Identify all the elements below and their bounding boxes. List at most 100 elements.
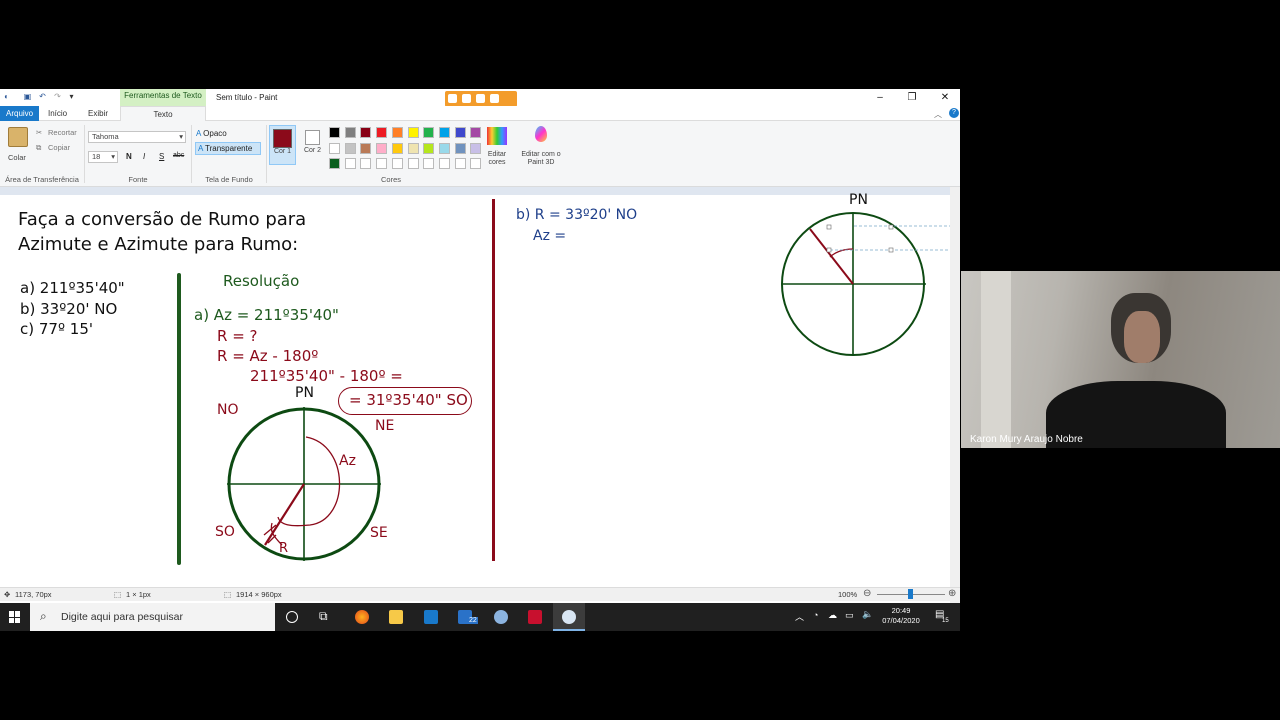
- help-icon[interactable]: ?: [949, 108, 959, 118]
- maximize-button[interactable]: ❐: [905, 91, 919, 105]
- palette-color-swatch[interactable]: [470, 142, 482, 154]
- undo-icon[interactable]: ↶: [38, 92, 47, 101]
- pdf-icon[interactable]: [528, 610, 542, 624]
- palette-color-swatch[interactable]: [376, 158, 388, 169]
- tab-exibir[interactable]: Exibir: [82, 106, 114, 121]
- zoom-out-icon[interactable]: ⊖: [863, 588, 871, 599]
- palette-color-swatch[interactable]: [376, 142, 388, 154]
- tab-arquivo[interactable]: Arquivo: [0, 106, 40, 121]
- clock[interactable]: 20:49 07/04/2020: [878, 606, 924, 626]
- palette-color-swatch[interactable]: [470, 127, 482, 138]
- palette-color-swatch[interactable]: [344, 127, 356, 138]
- palette-color-swatch[interactable]: [423, 142, 435, 154]
- palette-color-swatch[interactable]: [423, 158, 435, 169]
- redo-icon[interactable]: ↷: [53, 92, 62, 101]
- color2-swatch: [305, 130, 320, 145]
- separator: [266, 125, 267, 183]
- paste-icon[interactable]: [8, 127, 28, 147]
- camera-share-icon[interactable]: [462, 94, 471, 103]
- vertical-scrollbar[interactable]: [950, 187, 960, 631]
- browser-share-icon[interactable]: [448, 94, 457, 103]
- palette-color-swatch[interactable]: [454, 127, 466, 138]
- paint-taskbar-button[interactable]: [553, 603, 585, 631]
- compass-diagram-b: [781, 212, 950, 356]
- zoom-in-icon[interactable]: ⊕: [948, 588, 956, 599]
- task-view-icon[interactable]: ⧉: [319, 609, 328, 624]
- close-button[interactable]: ✕: [938, 91, 952, 105]
- palette-color-swatch[interactable]: [454, 142, 466, 154]
- palette-color-swatch[interactable]: [329, 142, 340, 154]
- screen-share-icon[interactable]: [490, 94, 499, 103]
- palette-color-swatch[interactable]: [438, 158, 450, 169]
- underline-button[interactable]: S: [159, 152, 164, 161]
- palette-color-swatch[interactable]: [407, 158, 419, 169]
- font-size-select[interactable]: 18 ▾: [88, 151, 118, 163]
- exercise-item-a: a) 211º35'40": [20, 279, 125, 297]
- palette-color-swatch[interactable]: [391, 158, 403, 169]
- color1-button[interactable]: Cor 1: [269, 125, 296, 165]
- network-icon[interactable]: ◔: [813, 610, 818, 620]
- transparent-option[interactable]: A Transparente: [195, 142, 261, 155]
- cloud-icon[interactable]: ☁: [828, 610, 837, 621]
- customize-quick-access-icon[interactable]: ▾: [67, 92, 76, 101]
- compass-a-pn: PN: [295, 385, 314, 401]
- chevron-up-icon[interactable]: ︿: [795, 610, 804, 623]
- image-size: 1914 × 960px: [236, 590, 282, 599]
- tab-texto[interactable]: Texto: [120, 106, 206, 121]
- minimize-button[interactable]: –: [873, 91, 887, 105]
- edit-paint3d-button[interactable]: Editar com o Paint 3D: [519, 151, 563, 167]
- drawing-canvas[interactable]: Faça a conversão de Rumo para Azimute e …: [0, 192, 950, 631]
- zoom-slider-thumb[interactable]: [908, 589, 913, 599]
- taskbar-search-box[interactable]: ⌕ Digite aqui para pesquisar: [30, 603, 275, 631]
- battery-icon[interactable]: ▭: [845, 610, 854, 621]
- edit-colors-button[interactable]: Editar cores: [482, 151, 512, 167]
- palette-color-swatch[interactable]: [344, 158, 356, 169]
- color1-swatch: [273, 129, 292, 148]
- palette-color-swatch[interactable]: [391, 142, 403, 154]
- firefox-icon[interactable]: [355, 610, 369, 624]
- cut-button[interactable]: Recortar: [48, 128, 77, 137]
- notifications-badge: 15: [942, 618, 949, 624]
- b-line1: b) R = 33º20' NO: [516, 207, 638, 223]
- font-size-value: 18: [92, 152, 101, 161]
- palette-color-swatch[interactable]: [344, 142, 356, 154]
- opaque-option[interactable]: A Opaco: [196, 129, 227, 138]
- paint-app-icon: ◐: [4, 92, 9, 101]
- text-tools-context-tab: Ferramentas de Texto: [120, 89, 206, 106]
- font-family-select[interactable]: Tahoma ▾: [88, 131, 186, 143]
- palette-color-swatch[interactable]: [329, 158, 340, 169]
- strikethrough-button[interactable]: abc: [173, 152, 184, 159]
- italic-button[interactable]: I: [143, 152, 145, 161]
- palette-color-swatch[interactable]: [438, 127, 450, 138]
- palette-color-swatch[interactable]: [407, 142, 419, 154]
- save-icon[interactable]: ▣: [23, 92, 32, 101]
- green-divider-line: [177, 273, 181, 565]
- palette-color-swatch[interactable]: [454, 158, 466, 169]
- collapse-ribbon-icon[interactable]: ︿: [934, 109, 942, 120]
- mic-share-icon[interactable]: [476, 94, 485, 103]
- file-explorer-icon[interactable]: [389, 610, 403, 624]
- palette-color-swatch[interactable]: [470, 158, 482, 169]
- windows-start-icon[interactable]: [9, 611, 21, 623]
- cortana-icon[interactable]: [286, 611, 298, 623]
- copy-button[interactable]: Copiar: [48, 143, 70, 152]
- bold-button[interactable]: N: [126, 152, 132, 161]
- palette-color-swatch[interactable]: [391, 127, 403, 138]
- palette-color-swatch[interactable]: [407, 127, 419, 138]
- color2-button[interactable]: Cor 2: [300, 125, 325, 165]
- palette-color-swatch[interactable]: [423, 127, 435, 138]
- palette-color-swatch[interactable]: [329, 127, 340, 138]
- palette-color-swatch[interactable]: [376, 127, 388, 138]
- palette-color-swatch[interactable]: [360, 158, 372, 169]
- paste-button[interactable]: Colar: [8, 153, 26, 162]
- palette-color-swatch[interactable]: [360, 127, 372, 138]
- store-icon[interactable]: [424, 610, 438, 624]
- palette-color-swatch[interactable]: [360, 142, 372, 154]
- app-icon[interactable]: [494, 610, 508, 624]
- meeting-share-toolbar[interactable]: [445, 91, 517, 107]
- red-divider-line: [492, 199, 495, 561]
- tab-inicio[interactable]: Início: [42, 106, 73, 121]
- windows-taskbar: ⌕ Digite aqui para pesquisar ⧉ 22 ︿ ◔ ☁ …: [0, 603, 960, 631]
- palette-color-swatch[interactable]: [438, 142, 450, 154]
- volume-icon[interactable]: 🔈: [862, 609, 873, 620]
